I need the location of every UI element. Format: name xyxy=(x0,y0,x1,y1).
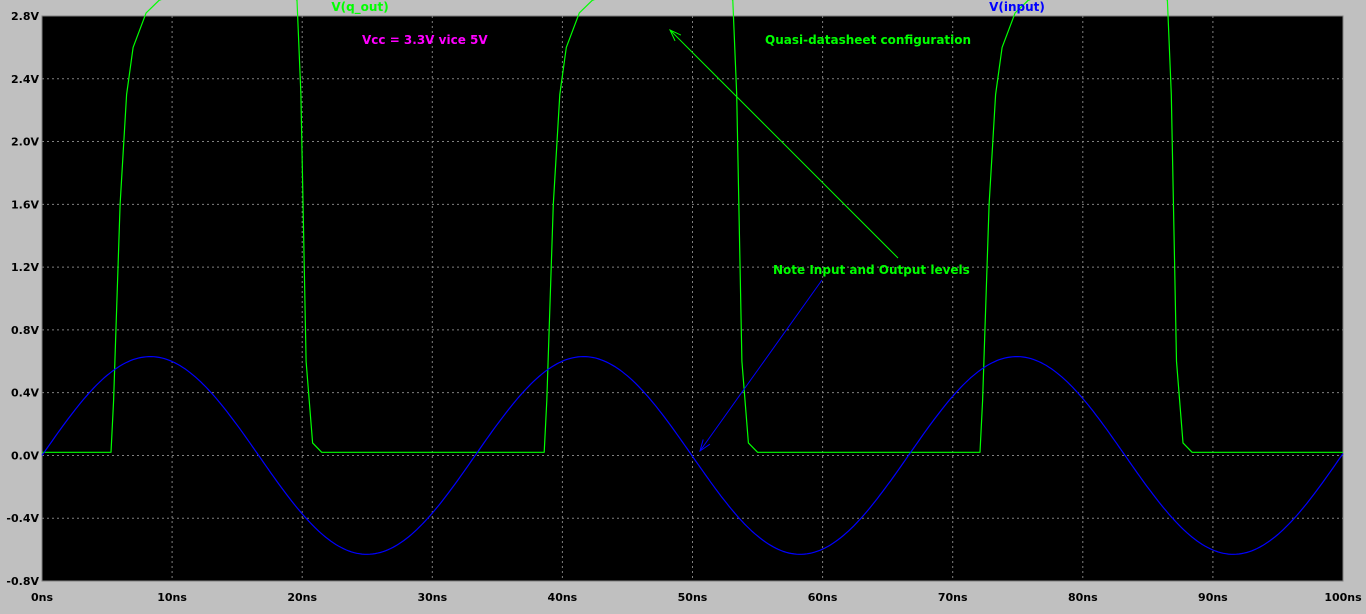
trace-label-input[interactable]: V(input) xyxy=(989,0,1045,14)
x-tick-label: 90ns xyxy=(1198,591,1228,604)
trace-label-q-out[interactable]: V(q_out) xyxy=(331,0,388,15)
y-tick-label: -0.8V xyxy=(6,575,39,588)
y-tick-label: 1.2V xyxy=(11,261,39,274)
waveform-plot[interactable]: 0ns 10ns 20ns 30ns 40ns 50ns 60ns 70ns 80ns 90ns 1… xyxy=(0,0,1366,614)
x-tick-label: 50ns xyxy=(678,591,708,604)
x-tick-label: 60ns xyxy=(808,591,838,604)
x-tick-label: 80ns xyxy=(1068,591,1098,604)
y-tick-label: -0.4V xyxy=(6,512,39,525)
y-tick-label: 2.8V xyxy=(11,10,39,23)
y-tick-label: 2.0V xyxy=(11,136,39,149)
y-tick-label: 0.8V xyxy=(11,324,39,337)
x-tick-label: 30ns xyxy=(417,591,447,604)
x-tick-label: 0ns xyxy=(31,591,53,604)
x-tick-label: 100ns xyxy=(1324,591,1362,604)
y-tick-label: 0.0V xyxy=(11,449,39,462)
x-tick-label: 70ns xyxy=(938,591,968,604)
y-tick-label: 0.4V xyxy=(11,387,39,400)
x-tick-label: 10ns xyxy=(157,591,187,604)
x-tick-label: 40ns xyxy=(548,591,578,604)
y-tick-label: 1.6V xyxy=(11,198,39,211)
y-tick-label: 2.4V xyxy=(11,73,39,86)
annotation-vcc: Vcc = 3.3V vice 5V xyxy=(362,33,488,47)
annotation-levels: Note Input and Output levels xyxy=(773,263,970,277)
annotation-config: Quasi-datasheet configuration xyxy=(765,33,971,47)
x-tick-label: 20ns xyxy=(287,591,317,604)
